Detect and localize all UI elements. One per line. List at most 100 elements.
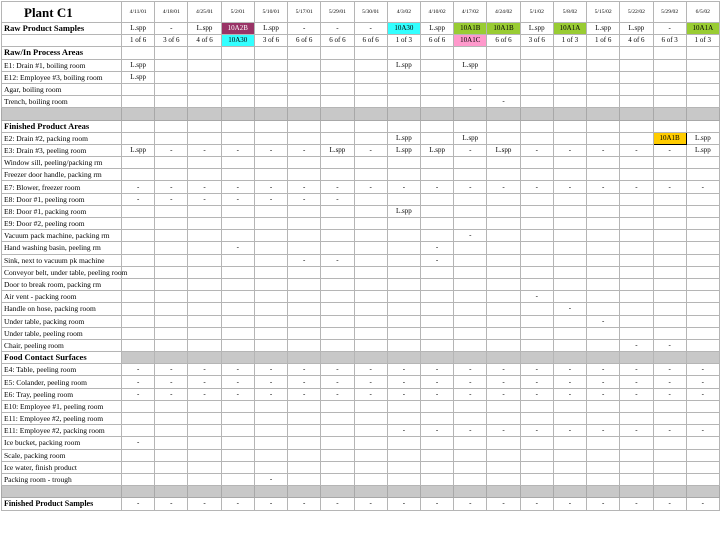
result-cell	[353, 436, 388, 450]
result-cell: 10A1A	[685, 21, 720, 36]
result-cell: -	[220, 387, 255, 401]
result-cell: 10A1B	[652, 131, 687, 145]
result-cell	[154, 46, 189, 60]
result-cell	[287, 131, 322, 145]
result-cell: -	[386, 497, 421, 511]
result-cell	[120, 131, 156, 145]
result-cell	[353, 314, 388, 328]
result-cell	[552, 107, 588, 121]
result-cell	[586, 460, 621, 474]
result-cell	[353, 265, 388, 279]
result-cell	[386, 411, 421, 426]
row-label	[1, 485, 122, 499]
result-cell: -	[320, 253, 355, 267]
result-cell	[619, 46, 654, 60]
result-cell: -	[154, 497, 189, 511]
result-cell: -	[154, 387, 189, 401]
date-header: 5/30/01	[353, 1, 388, 23]
result-cell: -	[287, 143, 322, 158]
result-cell	[652, 460, 687, 474]
result-cell	[519, 277, 554, 292]
result-cell: -	[154, 192, 189, 206]
table-row: E11: Employee #2, peeling room	[1, 411, 720, 426]
result-cell: L.spp	[419, 143, 455, 158]
result-cell	[353, 204, 388, 219]
row-label: Air vent - packing room	[1, 290, 122, 304]
result-cell	[486, 436, 521, 450]
result-cell: -	[619, 180, 654, 194]
result-cell	[419, 82, 455, 97]
result-cell	[187, 241, 222, 255]
result-cell	[287, 241, 322, 255]
result-cell: -	[453, 424, 488, 438]
result-cell: -	[486, 363, 521, 377]
result-cell	[287, 229, 322, 243]
result-cell	[619, 436, 654, 450]
result-cell	[552, 326, 588, 340]
result-cell	[586, 241, 621, 255]
result-cell	[253, 277, 289, 292]
result-cell	[619, 229, 654, 243]
result-cell	[220, 95, 255, 109]
result-cell	[120, 168, 156, 182]
result-cell	[353, 95, 388, 109]
row-label: E11: Employee #2, packing room	[1, 424, 122, 438]
result-cell	[320, 472, 355, 487]
result-cell: L.spp	[386, 131, 421, 145]
date-header: 5/8/02	[552, 1, 588, 23]
result-cell	[685, 326, 720, 340]
result-cell	[253, 58, 289, 72]
row-label: E12: Employee #3, boiling room	[1, 70, 122, 84]
result-cell	[552, 290, 588, 304]
result-cell	[519, 411, 554, 426]
result-cell	[120, 277, 156, 292]
table-row: Finished Product Samples - - - - - - - - - - - - - - - -…	[1, 497, 720, 511]
result-cell	[253, 241, 289, 255]
result-cell	[154, 448, 189, 462]
result-cell: L.spp	[253, 21, 289, 36]
result-cell	[685, 107, 720, 121]
result-cell: -	[253, 387, 289, 401]
result-cell	[220, 168, 255, 182]
result-cell	[353, 338, 388, 353]
result-cell	[386, 70, 421, 84]
result-cell	[586, 338, 621, 353]
result-cell	[353, 399, 388, 414]
result-cell	[353, 192, 388, 206]
result-cell: -	[619, 363, 654, 377]
result-cell	[386, 119, 421, 133]
result-cell: -	[353, 143, 388, 158]
result-cell: -	[120, 436, 156, 450]
result-cell: -	[685, 180, 720, 194]
result-cell	[386, 314, 421, 328]
result-cell: 10A30	[220, 34, 255, 48]
result-cell	[120, 216, 156, 231]
result-cell	[453, 302, 488, 316]
result-cell	[486, 338, 521, 353]
result-cell	[386, 265, 421, 279]
section-row: Finished Product Areas	[1, 119, 720, 133]
result-cell	[519, 326, 554, 340]
result-cell	[386, 216, 421, 231]
result-cell: 1 of 6	[120, 34, 156, 48]
result-cell	[519, 448, 554, 462]
result-cell	[187, 351, 222, 365]
result-cell: -	[386, 363, 421, 377]
result-cell	[120, 338, 156, 353]
table-row: E9: Door #2, peeling room	[1, 216, 720, 231]
result-cell	[419, 338, 455, 353]
result-cell	[552, 399, 588, 414]
separator-row	[1, 107, 720, 121]
result-cell	[253, 265, 289, 279]
result-cell	[619, 411, 654, 426]
result-cell	[619, 216, 654, 231]
result-cell: -	[586, 143, 621, 158]
result-cell	[220, 338, 255, 353]
result-cell	[253, 326, 289, 340]
result-cell	[253, 82, 289, 97]
result-cell	[486, 82, 521, 97]
result-cell	[453, 107, 488, 121]
result-cell: -	[287, 363, 322, 377]
result-cell	[619, 265, 654, 279]
result-cell	[419, 58, 455, 72]
